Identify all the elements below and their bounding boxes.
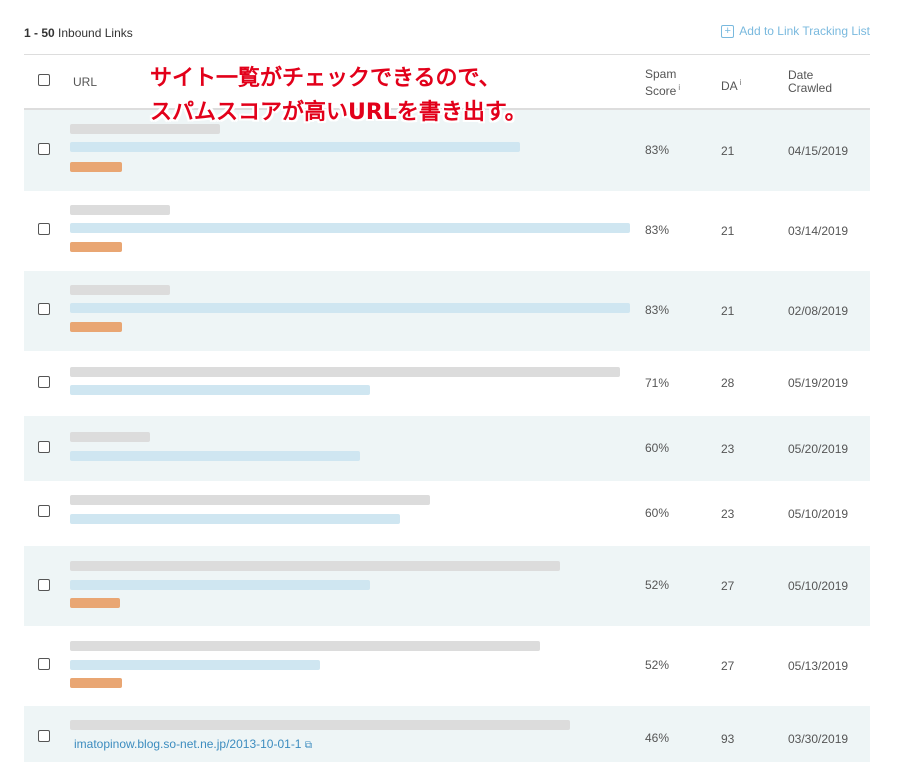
date-crawled: 02/08/2019 [788,304,849,318]
column-header-date-crawled[interactable]: Date Crawled [788,69,832,95]
result-range: 1 - 50 Inbound Links [24,26,133,40]
row-checkbox[interactable] [38,730,50,742]
add-to-link-tracking-label: Add to Link Tracking List [739,24,870,38]
table-row: 52% 27 05/13/2019 [24,626,870,706]
results-toolbar: 1 - 50 Inbound Links + Add to Link Track… [24,24,870,42]
redacted-badge [70,242,122,252]
redacted-url[interactable] [70,660,320,670]
domain-authority: 23 [721,507,735,521]
row-checkbox[interactable] [38,505,50,517]
add-to-link-tracking-button[interactable]: + Add to Link Tracking List [721,24,870,38]
spam-score: 83% [645,223,670,237]
redacted-title [70,641,540,651]
redacted-badge [70,322,122,332]
plus-icon: + [721,24,735,38]
row-checkbox[interactable] [38,579,50,591]
spam-score: 60% [645,441,670,455]
redacted-title [70,367,620,377]
redacted-badge [70,162,122,172]
spam-score: 71% [645,376,670,390]
external-link-icon: ⧉ [304,740,312,751]
redacted-badge [70,678,122,688]
column-header-url[interactable]: URL [73,76,97,89]
date-crawled: 03/30/2019 [788,732,849,746]
row-checkbox[interactable] [38,441,50,453]
row-checkbox[interactable] [38,143,50,155]
row-checkbox[interactable] [38,376,50,388]
table-row: 71% 28 05/19/2019 [24,351,870,416]
redacted-url[interactable] [70,451,360,461]
domain-authority: 27 [721,659,735,673]
date-crawled: 05/20/2019 [788,442,849,456]
url-link[interactable]: imatopinow.blog.so-net.ne.jp/2013-10-01-… [74,737,312,751]
redacted-url[interactable] [70,514,400,524]
row-checkbox[interactable] [38,223,50,235]
date-crawled: 05/19/2019 [788,376,849,390]
table-row: 60% 23 05/10/2019 [24,481,870,546]
domain-authority: 28 [721,376,735,390]
spam-score: 52% [645,578,670,592]
table-row: 60% 23 05/20/2019 [24,416,870,481]
redacted-title [70,495,430,505]
date-crawled: 05/10/2019 [788,507,849,521]
domain-authority: 21 [721,144,735,158]
table-row: 52% 27 05/10/2019 [24,546,870,626]
column-header-spam-score[interactable]: Spam Score i [645,68,680,98]
redacted-url[interactable] [70,580,370,590]
table-row: 83% 21 02/08/2019 [24,271,870,351]
row-checkbox[interactable] [38,303,50,315]
redacted-url[interactable] [70,385,370,395]
redacted-url[interactable] [70,303,630,313]
redacted-url[interactable] [70,223,630,233]
info-icon: i [739,78,742,87]
redacted-title [70,432,150,442]
info-icon: i [678,83,681,92]
domain-authority: 23 [721,442,735,456]
domain-authority: 93 [721,732,735,746]
spam-score: 60% [645,506,670,520]
domain-authority: 21 [721,304,735,318]
column-header-da[interactable]: DA i [721,76,741,93]
redacted-title [70,205,170,215]
table-row: 83% 21 03/14/2019 [24,191,870,271]
spam-score: 52% [645,658,670,672]
domain-authority: 21 [721,224,735,238]
select-all-checkbox[interactable] [38,74,50,86]
spam-score: 83% [645,143,670,157]
spam-score: 83% [645,303,670,317]
date-crawled: 05/13/2019 [788,659,849,673]
row-checkbox[interactable] [38,658,50,670]
annotation-callout: サイト一覧がチェックできるので、 スパムスコアが高いURLを書き出す。 [150,66,527,125]
spam-score: 46% [645,731,670,745]
date-crawled: 03/14/2019 [788,224,849,238]
redacted-badge [70,598,120,608]
redacted-title [70,285,170,295]
redacted-url[interactable] [70,142,520,152]
redacted-title [70,561,560,571]
date-crawled: 04/15/2019 [788,144,849,158]
date-crawled: 05/10/2019 [788,579,849,593]
redacted-title [70,720,570,730]
table-row: imatopinow.blog.so-net.ne.jp/2013-10-01-… [24,706,870,762]
domain-authority: 27 [721,579,735,593]
